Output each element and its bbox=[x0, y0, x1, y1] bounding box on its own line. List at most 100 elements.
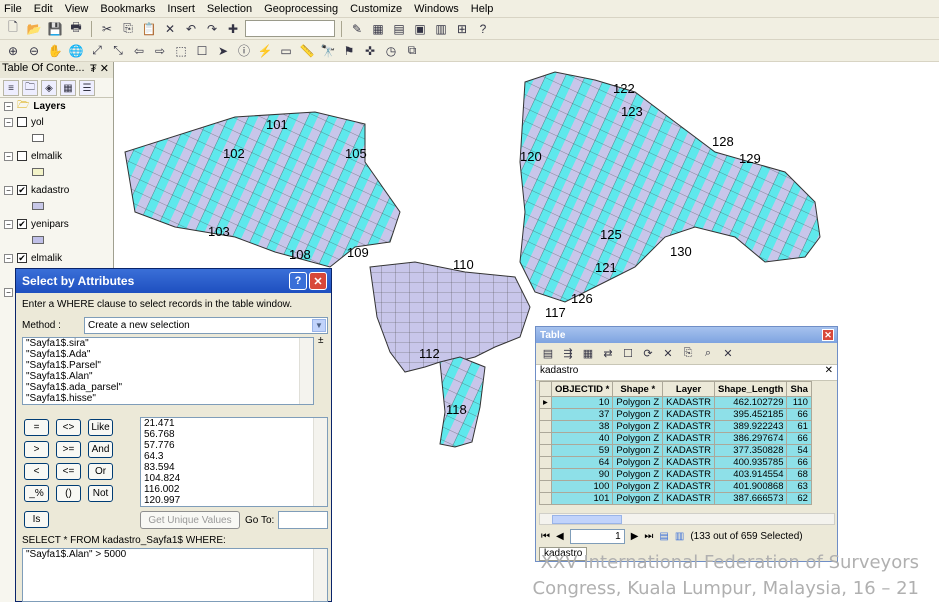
switch-selection-icon[interactable]: ⇄ bbox=[600, 346, 616, 362]
table-cell[interactable]: Polygon Z bbox=[612, 480, 664, 493]
operator-button[interactable]: > bbox=[24, 441, 49, 458]
menu-item[interactable]: Edit bbox=[34, 3, 53, 15]
collapse-icon[interactable]: − bbox=[4, 101, 13, 111]
select-features-icon[interactable]: ⬚ bbox=[172, 42, 190, 60]
copy-selected-icon[interactable]: ⎘ bbox=[680, 346, 696, 362]
table-cell[interactable]: 40 bbox=[550, 432, 614, 445]
menu-item[interactable]: Bookmarks bbox=[100, 3, 155, 15]
field-item[interactable]: "Sayfa1$.ada_parsel" bbox=[23, 382, 313, 393]
menu-item[interactable]: Customize bbox=[350, 3, 402, 15]
pan-icon[interactable]: ✋ bbox=[46, 42, 64, 60]
table-cell[interactable]: KADASTR bbox=[662, 444, 716, 457]
row-selector[interactable] bbox=[539, 408, 552, 421]
table-row[interactable]: 90 Polygon Z KADASTR 403.914554 68 bbox=[539, 468, 812, 481]
first-record-icon[interactable]: ⏮ bbox=[541, 531, 550, 542]
table-cell[interactable]: 377.350828 bbox=[714, 444, 788, 457]
list-by-drawing-order-icon[interactable]: ≡ bbox=[3, 80, 19, 96]
route-icon[interactable]: ⚑ bbox=[340, 42, 358, 60]
help-icon[interactable]: ? bbox=[289, 272, 307, 290]
operator-button[interactable]: < bbox=[24, 463, 49, 480]
select-elements-icon[interactable]: ➤ bbox=[214, 42, 232, 60]
scroll-thumb[interactable] bbox=[552, 515, 622, 524]
layer-symbol[interactable] bbox=[32, 202, 44, 210]
table-cell[interactable]: KADASTR bbox=[662, 396, 716, 409]
layer-visibility-checkbox[interactable] bbox=[17, 151, 27, 161]
table-cell[interactable]: 63 bbox=[786, 480, 812, 493]
python-icon[interactable]: ⊞ bbox=[453, 20, 471, 38]
collapse-icon[interactable]: − bbox=[4, 185, 13, 195]
table-cell[interactable]: KADASTR bbox=[662, 420, 716, 433]
value-item[interactable]: 57.776 bbox=[141, 440, 327, 451]
zoom-in-icon[interactable]: ⊕ bbox=[4, 42, 22, 60]
list-resize-icon[interactable]: ± bbox=[318, 335, 324, 346]
last-record-icon[interactable]: ⏭ bbox=[644, 531, 653, 542]
table-row[interactable]: 37 Polygon Z KADASTR 395.452185 66 bbox=[539, 408, 812, 421]
column-header[interactable]: Shape_Length bbox=[714, 381, 788, 397]
related-tables-icon[interactable]: ⇶ bbox=[560, 346, 576, 362]
operator-button[interactable]: Or bbox=[88, 463, 113, 480]
value-item[interactable]: 83.594 bbox=[141, 462, 327, 473]
layer-item[interactable]: − ✔ elmalik bbox=[0, 250, 113, 266]
show-selected-icon[interactable]: ▥ bbox=[675, 531, 684, 542]
table-row[interactable]: 38 Polygon Z KADASTR 389.922243 61 bbox=[539, 420, 812, 433]
layer-visibility-checkbox[interactable]: ✔ bbox=[17, 219, 27, 229]
delete-icon[interactable]: ✕ bbox=[161, 20, 179, 38]
table-row[interactable]: 101 Polygon Z KADASTR 387.666573 62 bbox=[539, 492, 812, 505]
forward-icon[interactable]: ⇨ bbox=[151, 42, 169, 60]
table-cell[interactable]: 389.922243 bbox=[714, 420, 788, 433]
menu-item[interactable]: File bbox=[4, 3, 22, 15]
xy-icon[interactable]: ✜ bbox=[361, 42, 379, 60]
redo-icon[interactable]: ↷ bbox=[203, 20, 221, 38]
time-slider-icon[interactable]: ◷ bbox=[382, 42, 400, 60]
table-cell[interactable]: Polygon Z bbox=[612, 492, 664, 505]
row-selector[interactable] bbox=[539, 444, 552, 457]
menu-item[interactable]: Insert bbox=[167, 3, 195, 15]
attribute-grid[interactable]: OBJECTID * Shape * Layer Shape_Length Sha ▸ 10… bbox=[539, 381, 812, 505]
back-icon[interactable]: ⇦ bbox=[130, 42, 148, 60]
toc-pin-close[interactable]: ₮ ✕ bbox=[90, 62, 109, 78]
toc-options-icon[interactable]: ☰ bbox=[79, 80, 95, 96]
column-header[interactable]: OBJECTID * bbox=[550, 381, 614, 397]
table-cell[interactable]: 90 bbox=[550, 468, 614, 481]
row-selector[interactable] bbox=[539, 432, 552, 445]
close-table-icon[interactable]: ✕ bbox=[720, 346, 736, 362]
layer-item[interactable]: − ✔ kadastro bbox=[0, 182, 113, 198]
table-row[interactable]: 59 Polygon Z KADASTR 377.350828 54 bbox=[539, 444, 812, 457]
copy-icon[interactable]: ⎘ bbox=[119, 20, 137, 38]
operator-button[interactable]: <> bbox=[56, 419, 81, 436]
operator-button[interactable]: Not bbox=[88, 485, 113, 502]
field-item[interactable]: "Sayfa1$.Ada" bbox=[23, 349, 313, 360]
table-cell[interactable]: 37 bbox=[550, 408, 614, 421]
editor-icon[interactable]: ✎ bbox=[348, 20, 366, 38]
row-selector[interactable]: ▸ bbox=[539, 396, 552, 409]
collapse-icon[interactable]: − bbox=[4, 151, 13, 161]
value-item[interactable]: 64.3 bbox=[141, 451, 327, 462]
undo-icon[interactable]: ↶ bbox=[182, 20, 200, 38]
menu-item[interactable]: Windows bbox=[414, 3, 459, 15]
table-cell[interactable]: Polygon Z bbox=[612, 444, 664, 457]
table-cell[interactable]: 38 bbox=[550, 420, 614, 433]
identify-icon[interactable]: ⓘ bbox=[235, 42, 253, 60]
table-cell[interactable]: KADASTR bbox=[662, 432, 716, 445]
table-icon[interactable]: ▦ bbox=[369, 20, 387, 38]
fixed-zoom-out-icon[interactable]: ⤡ bbox=[109, 42, 127, 60]
table-cell[interactable]: Polygon Z bbox=[612, 408, 664, 421]
menu-item[interactable]: Geoprocessing bbox=[264, 3, 338, 15]
operator-button[interactable]: >= bbox=[56, 441, 81, 458]
record-number-input[interactable]: 1 bbox=[569, 528, 625, 544]
table-cell[interactable]: Polygon Z bbox=[612, 420, 664, 433]
collapse-icon[interactable]: − bbox=[4, 219, 13, 229]
table-cell[interactable]: 400.935785 bbox=[714, 456, 788, 469]
operator-button[interactable]: Is bbox=[24, 511, 49, 528]
parcel-block-northeast[interactable] bbox=[519, 71, 821, 303]
layer-item[interactable]: − elmalik bbox=[0, 148, 113, 164]
collapse-icon[interactable]: − bbox=[4, 287, 13, 297]
table-cell[interactable]: KADASTR bbox=[662, 468, 716, 481]
values-scrollbar[interactable] bbox=[313, 418, 327, 506]
row-selector[interactable] bbox=[539, 456, 552, 469]
row-selector[interactable] bbox=[539, 492, 552, 505]
measure-icon[interactable]: 📏 bbox=[298, 42, 316, 60]
operator-button[interactable]: () bbox=[56, 485, 81, 502]
zoom-out-icon[interactable]: ⊖ bbox=[25, 42, 43, 60]
map-scale-input[interactable] bbox=[245, 20, 335, 37]
